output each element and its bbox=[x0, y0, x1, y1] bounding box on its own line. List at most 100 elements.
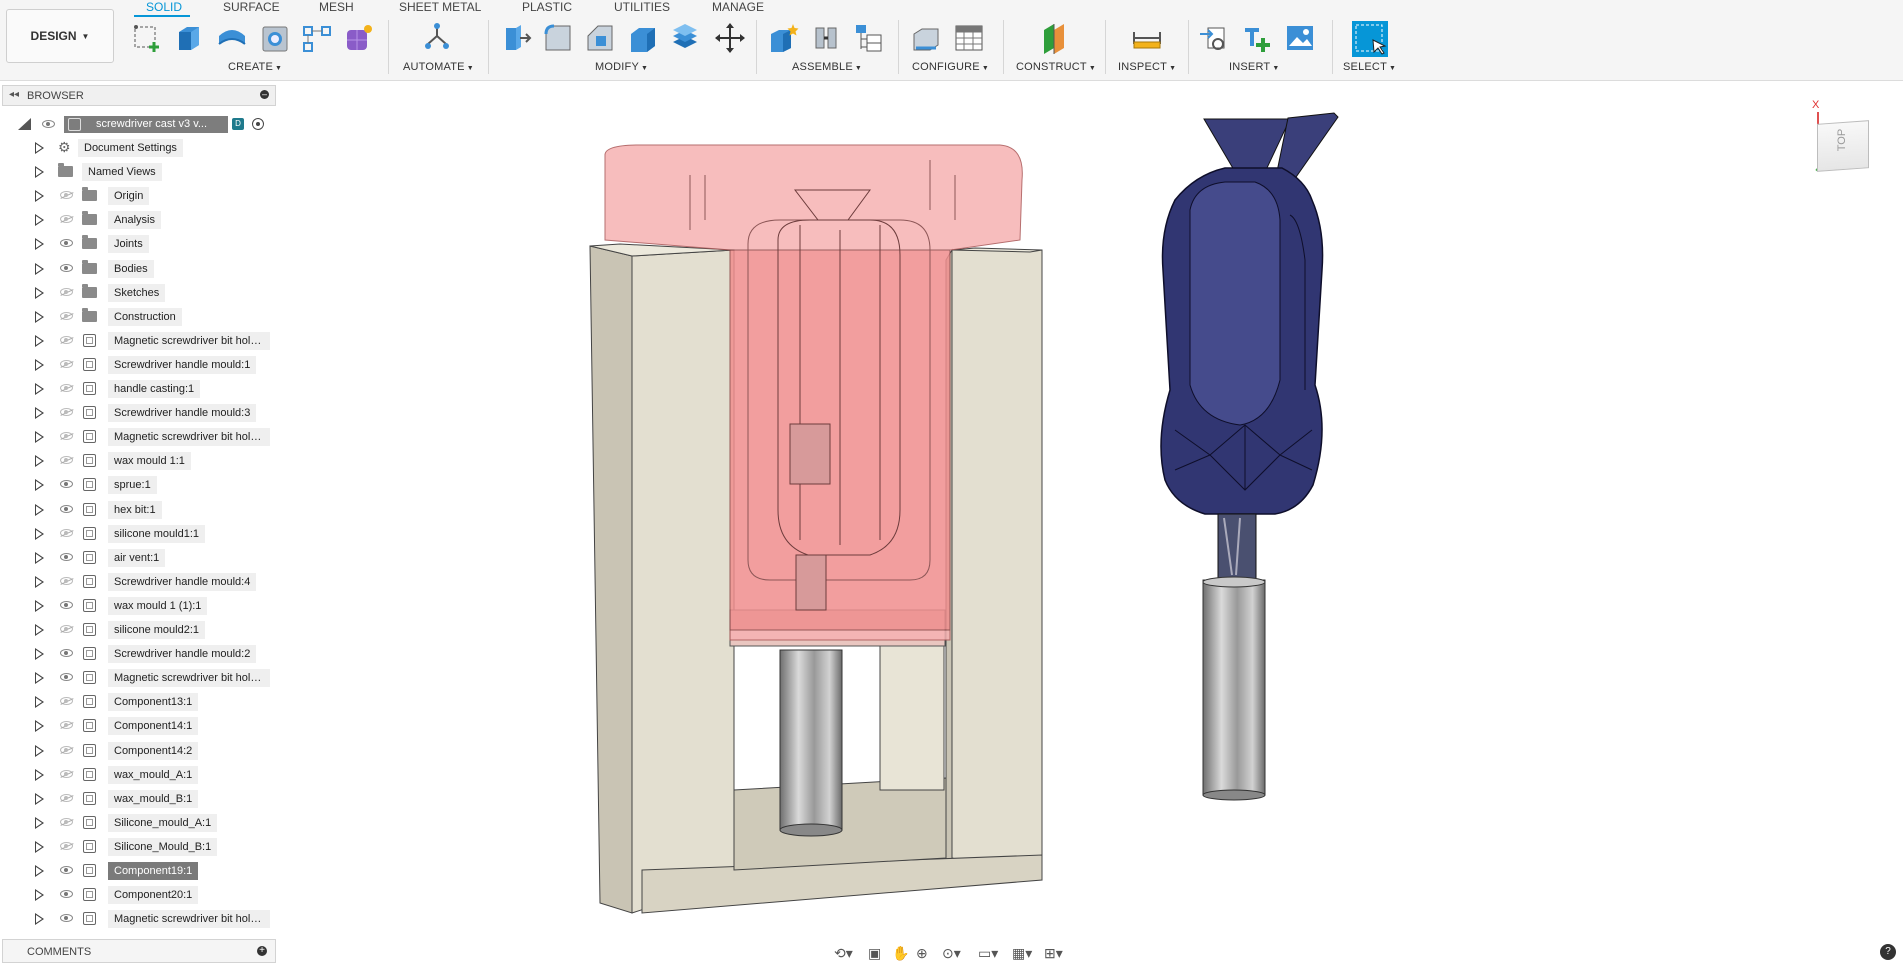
select-icon[interactable] bbox=[1351, 20, 1389, 58]
browser-item-label[interactable]: wax mould 1 (1):1 bbox=[108, 596, 208, 615]
chamfer-icon[interactable] bbox=[584, 22, 616, 54]
form-icon[interactable] bbox=[343, 22, 375, 54]
zoom-icon[interactable]: ⊕ bbox=[916, 943, 928, 963]
browser-item-label[interactable]: Magnetic screwdriver bit hold... bbox=[108, 331, 270, 350]
new-component-icon[interactable] bbox=[767, 22, 799, 54]
browser-item[interactable]: Screwdriver handle mould:4 bbox=[0, 571, 280, 593]
browser-item-label[interactable]: sprue:1 bbox=[108, 476, 157, 495]
browser-item-label[interactable]: silicone mould1:1 bbox=[108, 524, 205, 543]
browser-item[interactable]: wax mould 1:1 bbox=[0, 450, 280, 472]
view-cube[interactable]: TOP bbox=[1812, 118, 1874, 174]
browser-item[interactable]: ⚙ Document Settings bbox=[0, 137, 280, 159]
fit-icon[interactable]: ⊙▾ bbox=[942, 943, 961, 963]
eye-icon[interactable] bbox=[42, 120, 55, 128]
browser-item-label[interactable]: Origin bbox=[108, 187, 150, 206]
minimize-icon[interactable]: – bbox=[260, 90, 269, 99]
offset-plane-icon[interactable] bbox=[1038, 22, 1070, 54]
eye-hidden-icon[interactable] bbox=[60, 625, 73, 633]
browser-item[interactable]: Construction bbox=[0, 306, 280, 328]
browser-item-label[interactable]: Silicone_mould_A:1 bbox=[108, 813, 218, 832]
eye-icon[interactable] bbox=[60, 890, 73, 899]
group-create[interactable]: CREATE ▼ bbox=[228, 61, 282, 73]
browser-item[interactable]: Screwdriver handle mould:3 bbox=[0, 402, 280, 424]
browser-item[interactable]: Component20:1 bbox=[0, 884, 280, 906]
browser-item[interactable]: sprue:1 bbox=[0, 474, 280, 496]
browser-item[interactable]: Component19:1 bbox=[0, 860, 280, 882]
tab-solid[interactable]: SOLID bbox=[146, 0, 182, 14]
browser-item[interactable]: Magnetic screwdriver bit hold... bbox=[0, 330, 280, 352]
expand-arrow-icon[interactable] bbox=[35, 262, 44, 275]
browser-item-label[interactable]: Screwdriver handle mould:1 bbox=[108, 355, 257, 374]
expand-arrow-icon[interactable] bbox=[35, 913, 44, 926]
expand-arrow-icon[interactable] bbox=[35, 672, 44, 685]
help-icon[interactable]: ? bbox=[1880, 944, 1896, 960]
group-automate[interactable]: AUTOMATE ▼ bbox=[403, 61, 474, 73]
grid-settings-icon[interactable]: ▦▾ bbox=[1012, 943, 1032, 963]
eye-hidden-icon[interactable] bbox=[60, 287, 73, 296]
expand-arrow-icon[interactable] bbox=[35, 648, 44, 661]
browser-item-label[interactable]: Joints bbox=[108, 235, 149, 254]
browser-item[interactable]: Component14:1 bbox=[0, 715, 280, 737]
eye-hidden-icon[interactable] bbox=[60, 721, 73, 730]
add-comment-icon[interactable]: + bbox=[257, 946, 267, 956]
eye-hidden-icon[interactable] bbox=[60, 384, 73, 392]
tab-sheet-metal[interactable]: SHEET METAL bbox=[399, 0, 481, 14]
expand-arrow-icon[interactable] bbox=[35, 744, 44, 757]
collapse-panel-icon[interactable]: ◂◂ bbox=[9, 89, 19, 100]
group-modify[interactable]: MODIFY ▼ bbox=[595, 61, 648, 73]
browser-item-label[interactable]: Magnetic screwdriver bit hold... bbox=[108, 910, 270, 929]
shell-icon[interactable] bbox=[627, 22, 659, 54]
browser-item-label[interactable]: Screwdriver handle mould:4 bbox=[108, 572, 257, 591]
browser-item[interactable]: Magnetic screwdriver bit hold... bbox=[0, 426, 280, 448]
revolve-icon[interactable] bbox=[216, 22, 248, 54]
expand-arrow-icon[interactable] bbox=[35, 334, 44, 347]
browser-item[interactable]: wax mould 1 (1):1 bbox=[0, 595, 280, 617]
insert-derive-icon[interactable] bbox=[1198, 22, 1230, 54]
bill-of-materials-icon[interactable] bbox=[852, 22, 884, 54]
press-pull-icon[interactable] bbox=[500, 22, 532, 54]
automate-icon[interactable] bbox=[421, 22, 453, 54]
tab-utilities[interactable]: UTILITIES bbox=[614, 0, 670, 14]
expand-arrow-icon[interactable] bbox=[35, 720, 44, 733]
eye-hidden-icon[interactable] bbox=[60, 335, 73, 344]
eye-hidden-icon[interactable] bbox=[60, 697, 73, 706]
insert-canvas-icon[interactable] bbox=[1284, 22, 1316, 54]
browser-item-label[interactable]: Document Settings bbox=[78, 139, 183, 157]
expand-arrow-icon[interactable] bbox=[35, 166, 44, 179]
browser-item-label[interactable]: Component13:1 bbox=[108, 693, 199, 712]
expand-arrow-icon[interactable] bbox=[35, 238, 44, 251]
expand-arrow-icon[interactable] bbox=[35, 551, 44, 564]
browser-item[interactable]: Origin bbox=[0, 185, 280, 207]
move-copy-icon[interactable] bbox=[714, 22, 746, 54]
expand-arrow-icon[interactable] bbox=[35, 455, 44, 468]
browser-item[interactable]: Component13:1 bbox=[0, 691, 280, 713]
eye-hidden-icon[interactable] bbox=[60, 456, 73, 465]
browser-item[interactable]: handle casting:1 bbox=[0, 378, 280, 400]
eye-icon[interactable] bbox=[60, 600, 73, 609]
expand-arrow-icon[interactable] bbox=[35, 358, 44, 371]
browser-item[interactable]: hex bit:1 bbox=[0, 499, 280, 521]
eye-hidden-icon[interactable] bbox=[60, 769, 73, 778]
browser-item[interactable]: Screwdriver handle mould:1 bbox=[0, 354, 280, 376]
extrude-icon[interactable] bbox=[173, 22, 205, 54]
eye-hidden-icon[interactable] bbox=[60, 528, 73, 537]
eye-hidden-icon[interactable] bbox=[60, 215, 73, 224]
browser-root[interactable]: screwdriver cast v3 v... D bbox=[0, 114, 280, 134]
eye-icon[interactable] bbox=[60, 866, 73, 874]
browser-item-label[interactable]: Component19:1 bbox=[108, 862, 199, 880]
group-select[interactable]: SELECT ▼ bbox=[1343, 61, 1396, 73]
eye-icon[interactable] bbox=[60, 552, 73, 561]
browser-item-label[interactable]: Silicone_Mould_B:1 bbox=[108, 837, 218, 856]
browser-item-label[interactable]: handle casting:1 bbox=[108, 380, 201, 398]
expand-arrow-icon[interactable] bbox=[35, 383, 44, 395]
group-insert[interactable]: INSERT ▼ bbox=[1229, 61, 1279, 73]
eye-hidden-icon[interactable] bbox=[60, 408, 73, 417]
expand-arrow-icon[interactable] bbox=[35, 624, 44, 636]
expand-arrow-icon[interactable] bbox=[35, 310, 44, 323]
browser-item-label[interactable]: air vent:1 bbox=[108, 548, 166, 567]
browser-item[interactable]: air vent:1 bbox=[0, 547, 280, 569]
expand-arrow-icon[interactable] bbox=[35, 768, 44, 781]
browser-item[interactable]: Silicone_mould_A:1 bbox=[0, 812, 280, 834]
expand-arrow-icon[interactable] bbox=[35, 527, 44, 540]
workspace-switcher[interactable]: DESIGN ▼ bbox=[6, 9, 114, 63]
